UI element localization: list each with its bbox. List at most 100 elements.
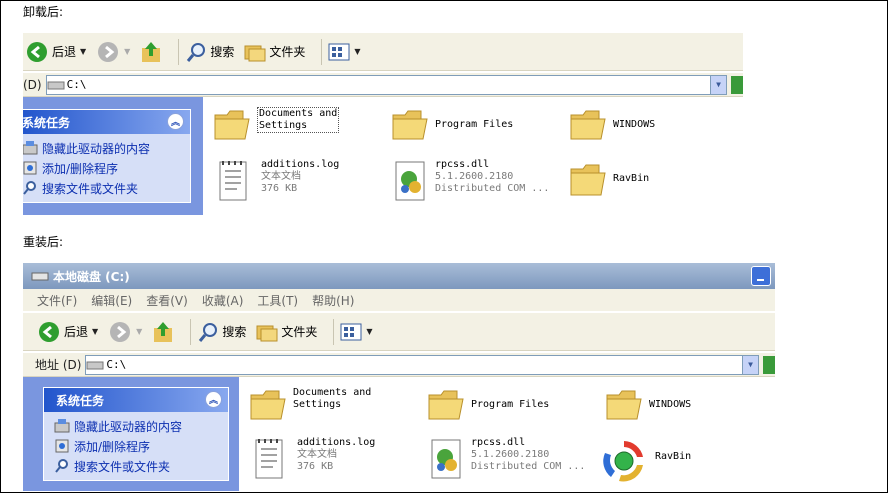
file-item-ravbin[interactable]: RavBin: [599, 437, 691, 485]
toolbar-separator: [333, 318, 335, 345]
add-remove-icon: [23, 161, 37, 175]
file-item-program-files[interactable]: Program Files: [391, 107, 513, 143]
file-item-windows[interactable]: WINDOWS: [605, 387, 691, 423]
caption-before: 卸载后:: [23, 5, 64, 19]
drive-icon: [31, 272, 49, 281]
search-icon: [199, 322, 218, 342]
address-input[interactable]: C:\ ▼: [85, 354, 759, 375]
search-icon: [187, 42, 206, 62]
file-item-ravbin[interactable]: RavBin: [569, 159, 649, 199]
chevron-down-icon[interactable]: ▼: [124, 47, 130, 56]
views-icon: [328, 43, 350, 60]
toolbar: 后退 ▼ ▼ 搜索 文件夹 ▼: [23, 33, 743, 71]
views-button[interactable]: ▼: [328, 43, 361, 61]
address-dropdown[interactable]: ▼: [710, 75, 726, 94]
menu-edit[interactable]: 编辑(E): [91, 292, 132, 309]
forward-button[interactable]: ▼: [96, 40, 130, 64]
file-item-rpcss-dll[interactable]: rpcss.dll 5.1.2600.2180 Distributed COM …: [429, 437, 585, 481]
chevron-down-icon[interactable]: ▼: [80, 47, 86, 56]
system-tasks-panel: 系统任务 ︽ 隐藏此驱动器的内容 添加/删除程序 搜索文件或文件夹: [23, 109, 191, 203]
collapse-icon[interactable]: ︽: [205, 391, 222, 408]
folders-icon: [244, 45, 266, 61]
title-bar: 本地磁盘 (C:): [23, 263, 775, 289]
forward-arrow-icon: [98, 41, 119, 62]
address-input[interactable]: C:\ ▼: [45, 74, 727, 95]
text-document-icon: [255, 439, 283, 479]
folders-icon: [256, 325, 278, 341]
explorer-window-before: 后退 ▼ ▼ 搜索 文件夹 ▼ (D) C:\ ▼ 系统任务 ︽ 隐藏此驱动器的…: [23, 33, 743, 215]
search-icon: [23, 181, 36, 195]
file-item-additions-log[interactable]: additions.log 文本文档 376 KB: [253, 437, 375, 481]
search-button[interactable]: 搜索: [185, 41, 234, 63]
file-item-rpcss-dll[interactable]: rpcss.dll 5.1.2600.2180 Distributed COM …: [393, 159, 549, 203]
folders-button[interactable]: 文件夹: [256, 322, 317, 342]
up-folder-button[interactable]: [152, 320, 174, 344]
up-folder-button[interactable]: [140, 40, 162, 64]
menu-favorites[interactable]: 收藏(A): [202, 292, 244, 309]
address-label: (D): [23, 77, 42, 92]
forward-arrow-icon: [110, 321, 131, 342]
forward-button[interactable]: ▼: [108, 320, 142, 344]
address-dropdown[interactable]: ▼: [742, 355, 758, 374]
chevron-down-icon: ▼: [716, 80, 721, 89]
views-button[interactable]: ▼: [340, 323, 373, 341]
chevron-down-icon[interactable]: ▼: [366, 327, 372, 336]
folders-button[interactable]: 文件夹: [244, 42, 305, 62]
search-icon: [55, 459, 68, 473]
file-item-documents[interactable]: Documents and Settings: [213, 107, 340, 143]
folder-icon: [570, 164, 606, 196]
task-hide-drive-contents[interactable]: 隐藏此驱动器的内容: [23, 138, 190, 158]
text-document-icon: [219, 161, 247, 201]
menu-tools[interactable]: 工具(T): [257, 292, 298, 309]
system-tasks-header[interactable]: 系统任务 ︽: [23, 110, 190, 134]
back-arrow-icon: [27, 41, 47, 62]
toolbar-separator: [321, 38, 323, 65]
toolbar: 后退 ▼ ▼ 搜索 文件夹 ▼: [23, 313, 775, 351]
search-button[interactable]: 搜索: [197, 321, 246, 343]
task-search-files[interactable]: 搜索文件或文件夹: [23, 178, 190, 198]
file-item-windows[interactable]: WINDOWS: [569, 107, 655, 143]
menu-view[interactable]: 查看(V): [146, 292, 188, 309]
minimize-button[interactable]: [751, 266, 771, 286]
task-pane: 系统任务 ︽ 隐藏此驱动器的内容 添加/删除程序 搜索文件或文件夹: [23, 97, 203, 215]
task-hide-drive-contents[interactable]: 隐藏此驱动器的内容: [54, 416, 228, 436]
file-item-program-files[interactable]: Program Files: [427, 387, 549, 423]
file-item-documents[interactable]: Documents and Settings: [249, 387, 371, 423]
caption-after: 重装后:: [23, 235, 64, 249]
chevron-down-icon[interactable]: ▼: [92, 327, 98, 336]
system-tasks-panel: 系统任务 ︽ 隐藏此驱动器的内容 添加/删除程序 搜索文件或文件夹: [43, 387, 229, 481]
folder-icon: [606, 390, 642, 420]
task-search-files[interactable]: 搜索文件或文件夹: [54, 456, 228, 476]
drive-icon: [47, 81, 65, 89]
folder-icon: [392, 110, 428, 140]
address-bar: 地址 (D) C:\ ▼: [23, 353, 775, 377]
folder-icon: [570, 110, 606, 140]
file-item-additions-log[interactable]: additions.log 文本文档 376 KB: [217, 159, 339, 203]
back-button[interactable]: 后退 ▼: [25, 40, 86, 64]
go-button[interactable]: [763, 355, 775, 374]
menu-bar: 文件(F) 编辑(E) 查看(V) 收藏(A) 工具(T) 帮助(H): [23, 289, 775, 311]
add-remove-icon: [55, 439, 69, 453]
recycle-antivirus-icon: [603, 441, 643, 482]
dll-gear-icon: [395, 161, 425, 201]
chevron-down-icon[interactable]: ▼: [136, 327, 142, 336]
task-add-remove-programs[interactable]: 添加/删除程序: [23, 158, 190, 178]
go-button[interactable]: [731, 75, 743, 94]
drive-icon: [86, 361, 104, 369]
task-pane: 系统任务 ︽ 隐藏此驱动器的内容 添加/删除程序 搜索文件或文件夹: [23, 377, 239, 491]
folder-icon: [214, 110, 250, 140]
drive-hide-icon: [54, 419, 70, 433]
collapse-icon[interactable]: ︽: [167, 113, 184, 130]
menu-help[interactable]: 帮助(H): [312, 292, 354, 309]
system-tasks-header[interactable]: 系统任务 ︽: [44, 388, 228, 412]
task-add-remove-programs[interactable]: 添加/删除程序: [54, 436, 228, 456]
dll-gear-icon: [431, 439, 461, 479]
folder-icon: [250, 390, 286, 420]
folder-icon: [428, 390, 464, 420]
drive-hide-icon: [23, 141, 38, 155]
menu-file[interactable]: 文件(F): [37, 292, 77, 309]
back-button[interactable]: 后退 ▼: [37, 320, 98, 344]
address-bar: (D) C:\ ▼: [23, 73, 743, 97]
chevron-down-icon[interactable]: ▼: [354, 47, 360, 56]
file-area: 系统任务 ︽ 隐藏此驱动器的内容 添加/删除程序 搜索文件或文件夹 Docume…: [23, 97, 743, 215]
